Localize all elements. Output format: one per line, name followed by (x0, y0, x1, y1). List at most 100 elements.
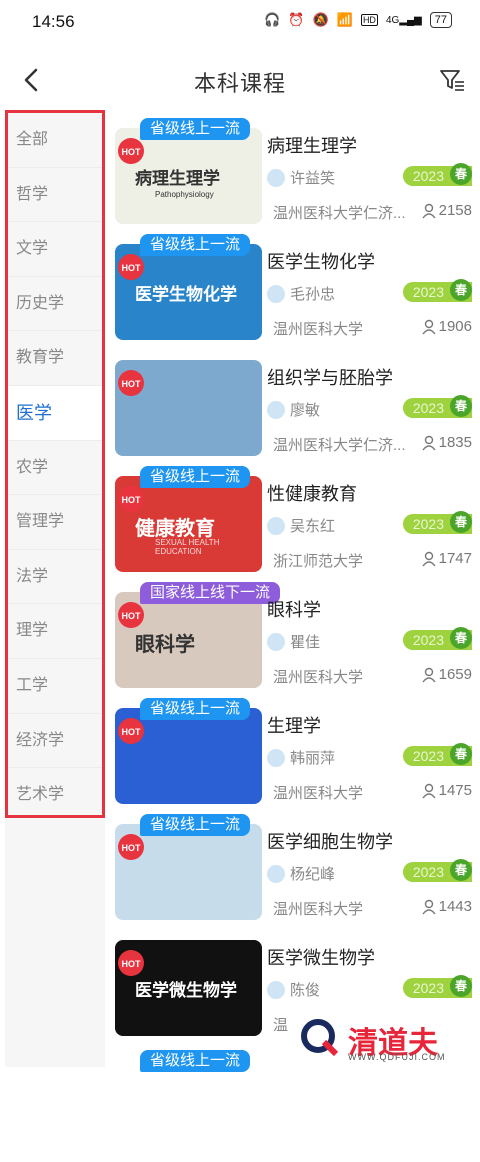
hd-icon: HD (360, 14, 378, 26)
teacher-avatar (267, 865, 285, 883)
thumbnail-title: 病理生理学 (135, 169, 220, 188)
teacher-avatar (267, 633, 285, 651)
course-title[interactable]: 眼科学 (267, 596, 321, 622)
learner-count-value: 2158 (438, 202, 472, 219)
course-list: 病理生理学 Pathophysiology HOT 省级线上一流 病理生理学 许益笑 202… (112, 118, 480, 1162)
filter-icon[interactable] (438, 66, 466, 94)
person-icon (422, 783, 436, 798)
sidebar-item[interactable]: 哲学 (8, 168, 102, 223)
mute-icon: 🔕 (312, 12, 329, 27)
sidebar-item[interactable]: 工学 (8, 659, 102, 714)
sidebar-item[interactable]: 管理学 (8, 495, 102, 550)
teacher-avatar (267, 749, 285, 767)
thumbnail-title: 医学生物化学 (135, 285, 237, 304)
learner-count: 1747 (422, 550, 472, 567)
teacher-name: 韩丽萍 (290, 750, 336, 767)
sidebar-item[interactable]: 艺术学 (8, 768, 102, 823)
category-sidebar: 全部 哲学 文学 历史学 教育学 医学 农学 管理学 法学 理学 工学 经济学 艺术学 (5, 110, 105, 823)
teacher-avatar (267, 517, 285, 535)
alarm-icon: ⏰ (288, 12, 305, 27)
sidebar-item[interactable]: 历史学 (8, 277, 102, 332)
sidebar-item[interactable]: 法学 (8, 550, 102, 605)
course-term-badge: 春 (450, 395, 472, 417)
teacher-name: 瞿佳 (290, 634, 321, 651)
person-icon (422, 551, 436, 566)
sidebar-item[interactable]: 全部 (8, 113, 102, 168)
teacher-name: 杨纪峰 (290, 866, 336, 883)
school-name: 温州医科大学 (273, 785, 364, 802)
thumbnail-title: 医学微生物学 (135, 981, 237, 1000)
hot-badge-icon: HOT (118, 718, 144, 744)
thumbnail-title: 健康教育 (135, 518, 215, 540)
learner-count: 2158 (422, 202, 472, 219)
battery-icon: 77 (429, 12, 452, 28)
learner-count: 1659 (422, 666, 472, 683)
learner-count-value: 1443 (438, 898, 472, 915)
sidebar-item[interactable]: 医学 (8, 385, 102, 441)
course-term-badge: 春 (450, 511, 472, 533)
course-term-badge: 春 (450, 743, 472, 765)
course-card[interactable]: 病理生理学 Pathophysiology HOT 省级线上一流 病理生理学 许益笑 202… (112, 118, 480, 234)
course-level-tag: 省级线上一流 (140, 234, 251, 256)
sidebar-item[interactable]: 经济学 (8, 714, 102, 769)
sidebar-item[interactable]: 农学 (8, 441, 102, 496)
teacher-avatar (267, 169, 285, 187)
thumbnail-subtitle: SEXUAL HEALTH EDUCATION (155, 538, 220, 556)
course-card[interactable]: HOT 省级线上一流 生理学 韩丽萍 2023 春温州医科大学 1475 (112, 698, 480, 814)
course-level-tag: 省级线上一流 (140, 118, 251, 140)
school-name: 浙江师范大学 (273, 553, 364, 570)
course-term-badge: 春 (450, 627, 472, 649)
teacher-avatar (267, 401, 285, 419)
course-title[interactable]: 性健康教育 (267, 480, 357, 506)
learner-count: 1475 (422, 782, 472, 799)
course-level-tag: 省级线上一流 (140, 814, 251, 836)
hot-badge-icon: HOT (118, 138, 144, 164)
course-title[interactable]: 病理生理学 (267, 132, 357, 158)
course-level-tag: 国家线上线下一流 (140, 582, 281, 604)
status-icons: 🎧 ⏰ 🔕 📶 HD 4G▂▄▆ 77 (264, 12, 452, 28)
sidebar-item[interactable]: 理学 (8, 604, 102, 659)
course-title[interactable]: 医学细胞生物学 (267, 828, 393, 854)
learner-count-value: 1906 (438, 318, 472, 335)
course-card[interactable]: 健康教育 SEXUAL HEALTH EDUCATION HOT 省级线上一流 性健康教… (112, 466, 480, 582)
headphones-icon: 🎧 (264, 12, 281, 27)
learner-count: 1443 (422, 898, 472, 915)
4g-signal-icon: 4G▂▄▆ (385, 14, 422, 26)
course-title[interactable]: 生理学 (267, 712, 321, 738)
teacher-name: 吴东红 (290, 518, 336, 535)
course-level-tag: 省级线上一流 (140, 1050, 251, 1072)
learner-count-value: 1475 (438, 782, 472, 799)
sidebar-item[interactable]: 文学 (8, 222, 102, 277)
course-card[interactable]: HOT 省级线上一流 医学细胞生物学 杨纪峰 2023 春温州医科大学 1443 (112, 814, 480, 930)
hot-badge-icon: HOT (118, 486, 144, 512)
sidebar-item[interactable]: 教育学 (8, 331, 102, 386)
course-term-badge: 春 (450, 163, 472, 185)
course-card[interactable]: 医学生物化学 HOT 省级线上一流 医学生物化学 毛孙忠 2023 春温州医科大学 1906 (112, 234, 480, 350)
wifi-icon: 📶 (336, 12, 353, 27)
logo-q-icon (301, 1019, 339, 1057)
thumbnail-title: 眼科学 (135, 634, 195, 656)
course-term-badge: 春 (450, 859, 472, 881)
learner-count: 1906 (422, 318, 472, 335)
course-term-badge: 春 (450, 975, 472, 997)
course-card[interactable]: HOT 组织学与胚胎学 廖敏 2023 春温州医科大学仁济... 1835 (112, 350, 480, 466)
school-name: 温州医科大学 (273, 321, 364, 338)
school-name: 温州医科大学仁济... (273, 205, 406, 222)
sidebar-background (5, 818, 105, 1067)
person-icon (422, 667, 436, 682)
hot-badge-icon: HOT (118, 602, 144, 628)
course-title[interactable]: 组织学与胚胎学 (267, 364, 393, 390)
learner-count-value: 1659 (438, 666, 472, 683)
course-card[interactable]: 眼科学 HOT 国家线上线下一流 眼科学 瞿佳 2023 春温州医科大学 1659 (112, 582, 480, 698)
watermark-logo: 清道夫 WWW.QDFUJI.COM (300, 1018, 470, 1064)
person-icon (422, 899, 436, 914)
top-navbar: 本科课程 (0, 50, 480, 110)
school-name: 温州医科大学仁济... (273, 437, 406, 454)
status-time: 14:56 (32, 12, 75, 31)
hot-badge-icon: HOT (118, 254, 144, 280)
teacher-name: 廖敏 (290, 402, 321, 419)
hot-badge-icon: HOT (118, 834, 144, 860)
course-title[interactable]: 医学微生物学 (267, 944, 375, 970)
thumbnail-subtitle: Pathophysiology (155, 190, 214, 199)
course-title[interactable]: 医学生物化学 (267, 248, 375, 274)
